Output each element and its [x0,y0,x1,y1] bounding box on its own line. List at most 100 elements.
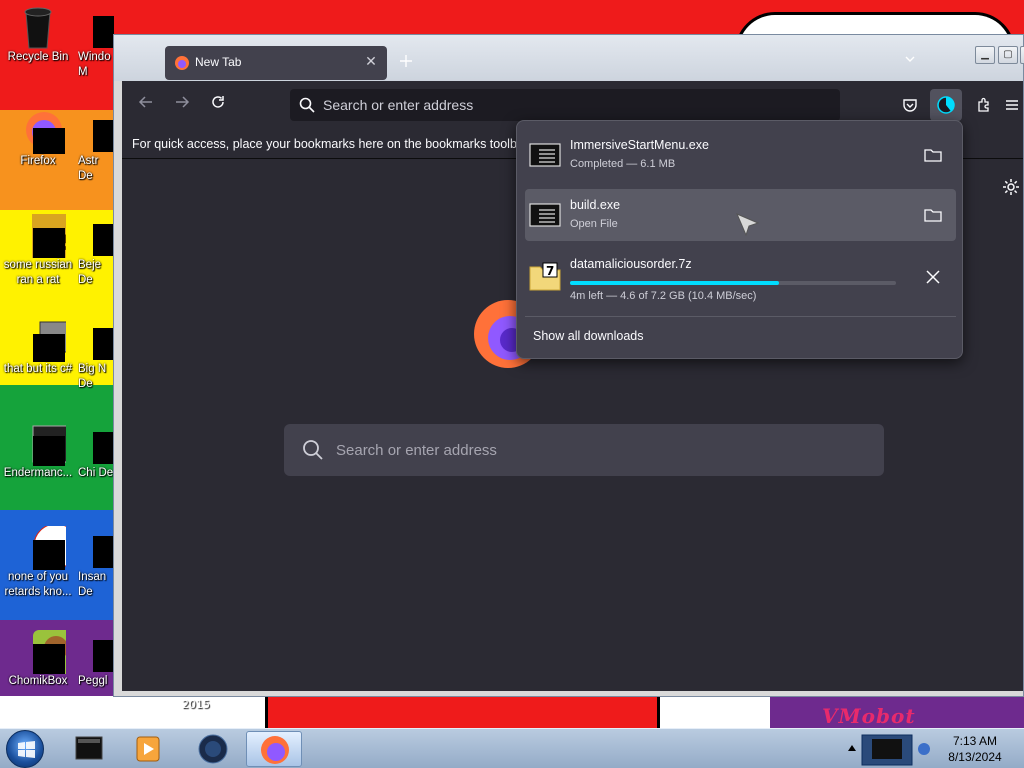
program-icon [93,318,114,360]
program-icon [18,422,82,468]
pocket-icon [903,99,917,112]
search-icon [302,439,324,461]
download-status: Open File [570,218,618,230]
desktop-icon-astr[interactable]: Astr De [78,110,114,184]
taskbar-item-app2[interactable] [185,731,241,767]
windows-logo-icon [18,741,35,758]
program-icon [93,526,114,568]
taskbar: 7:13 AM 8/13/2024 [0,728,1024,768]
download-item[interactable]: 7 datamaliciousorder.7z 4m left — 4.6 of… [525,251,956,303]
program-icon: e [18,214,80,260]
download-filename: ImmersiveStartMenu.exe [570,138,709,152]
chevron-down-icon [905,56,915,62]
download-filename: datamaliciousorder.7z [570,257,692,271]
exe-file-icon [529,199,561,231]
cancel-icon[interactable] [921,265,945,289]
pocket-button[interactable] [894,89,926,121]
taskbar-item-app[interactable] [60,731,116,767]
globe-icon [198,734,228,764]
desktop-icon-none-of-you[interactable]: none of you retards kno... [0,523,79,600]
hamburger-menu-icon [1006,100,1018,110]
puzzle-icon [978,97,989,112]
new-tab-search-box[interactable] [284,424,884,476]
settings-gear-icon[interactable] [1002,178,1022,198]
desktop-icon-windo[interactable]: Windo M [78,6,114,80]
wallpaper-brand-text: VMobot [822,704,916,728]
media-player-icon [136,736,160,762]
svg-text:7: 7 [546,264,554,278]
back-arrow-icon [138,96,152,108]
download-filename: build.exe [570,198,621,212]
tray-icons [848,734,930,766]
desktop-icon-chi[interactable]: Chi De [78,422,114,481]
maximize-button[interactable]: ▢ [998,46,1018,64]
taskbar-clock[interactable]: 7:13 AM 8/13/2024 [935,733,1015,765]
program-icon [93,6,114,48]
network-icon [918,743,930,755]
desktop-icon-firefox[interactable]: Firefox [0,110,76,169]
desktop-icon-big-n[interactable]: Big N De [78,318,114,392]
start-button[interactable] [6,730,44,768]
forward-arrow-icon [176,96,190,108]
address-bar[interactable] [290,89,840,121]
title-bar[interactable]: New Tab ✕ ▁ ▢ [114,35,1024,81]
forward-button[interactable] [168,91,196,119]
firefox-icon [174,55,190,71]
reload-button[interactable] [204,91,232,119]
wallpaper-year-text: 2015 [182,698,210,711]
show-hidden-icons-icon [848,745,856,751]
firefox-icon [18,110,65,160]
7z-archive-icon: 7 [529,261,561,293]
desktop-icon-insan[interactable]: Insan De [78,526,114,600]
downloads-progress-icon [937,96,955,114]
folder-icon[interactable] [921,143,945,167]
show-all-downloads-button[interactable]: Show all downloads [533,329,644,343]
desktop-icon-that-but-its-c[interactable]: that but its c# [0,318,76,377]
download-progress-fill [570,281,779,285]
app-menu-button[interactable] [1002,89,1022,121]
extensions-button[interactable] [968,89,1000,121]
desktop-icon-some-russian-ran-a-rat[interactable]: e some russian ran a rat [0,214,80,288]
desktop-icon-chomikbox[interactable]: ChomikBox [0,630,79,689]
taskbar-item-firefox[interactable] [246,731,302,767]
new-tab-search-input[interactable] [336,424,866,476]
downloads-panel: ImmersiveStartMenu.exe Completed — 6.1 M… [516,120,963,359]
recycle-bin-icon [18,6,58,49]
desktop-icon-peggl[interactable]: Peggl [78,630,114,689]
tab-close-icon[interactable]: ✕ [361,52,381,72]
download-progress-bar [570,281,896,285]
program-icon [93,422,114,464]
firefox-icon [261,736,289,764]
new-tab-button[interactable] [399,53,419,73]
program-icon [18,523,79,572]
downloads-button[interactable] [930,89,962,121]
program-icon [93,630,114,672]
search-icon [299,97,315,113]
close-window-button[interactable] [1020,46,1024,64]
minimize-button[interactable]: ▁ [975,46,995,64]
desktop-icon-beje[interactable]: Beje De [78,214,114,288]
bookmarks-toolbar-hint: For quick access, place your bookmarks h… [132,137,535,151]
program-icon [93,110,114,152]
back-button[interactable] [132,91,160,119]
taskbar-item-media-player[interactable] [120,731,176,767]
desktop-icon-recycle-bin[interactable]: Recycle Bin [0,6,76,65]
program-icon [18,318,75,366]
tab-title: New Tab [195,55,242,69]
list-all-tabs-button[interactable] [904,53,920,69]
clock-date: 8/13/2024 [948,750,1002,764]
plus-icon [400,55,412,67]
download-status: Completed — 6.1 MB [570,158,676,170]
mouse-pointer-icon [735,212,761,238]
chomikbox-icon [18,630,79,676]
panel-separator [525,316,956,317]
folder-icon[interactable] [921,203,945,227]
tab-new-tab[interactable]: New Tab ✕ [165,46,387,80]
program-icon [75,736,103,760]
address-input[interactable] [323,89,823,121]
program-icon [93,214,114,256]
reload-icon [212,96,224,108]
desktop-icon-endermanc[interactable]: Endermanc... [0,422,82,481]
download-item[interactable]: ImmersiveStartMenu.exe Completed — 6.1 M… [525,129,956,181]
download-status: 4m left — 4.6 of 7.2 GB (10.4 MB/sec) [570,290,757,302]
